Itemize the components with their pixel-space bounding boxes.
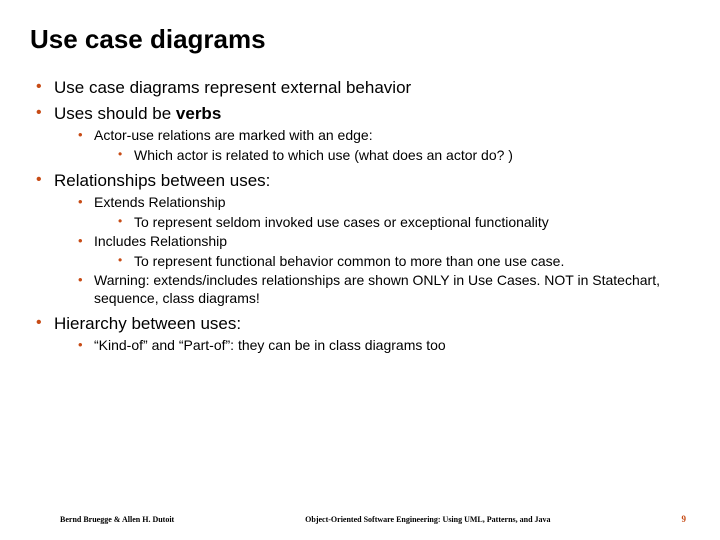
footer-center: Object-Oriented Software Engineering: Us…	[174, 515, 681, 524]
bullet-3-2-1: To represent functional behavior common …	[112, 253, 690, 271]
bullet-3-1-text: Extends Relationship	[94, 194, 226, 210]
slide: Use case diagrams Use case diagrams repr…	[0, 0, 720, 540]
bullet-1: Use case diagrams represent external beh…	[30, 77, 690, 99]
bullet-4: Hierarchy between uses: “Kind-of” and “P…	[30, 313, 690, 355]
bullet-3-2: Includes Relationship To represent funct…	[72, 233, 690, 270]
bullet-3-text: Relationships between uses:	[54, 171, 270, 190]
bullet-2-text-b: verbs	[176, 104, 221, 123]
bullet-2: Uses should be verbs Actor-use relations…	[30, 103, 690, 164]
bullet-4-1-text: “Kind-of” and “Part-of”: they can be in …	[94, 337, 446, 353]
bullet-3-1-1-text: To represent seldom invoked use cases or…	[134, 214, 549, 230]
bullet-2-text-a: Uses should be	[54, 104, 176, 123]
bullet-2-1-1-text: Which actor is related to which use (wha…	[134, 147, 513, 163]
footer-right: 9	[682, 514, 687, 524]
bullet-4-text: Hierarchy between uses:	[54, 314, 241, 333]
bullet-2-1-text: Actor-use relations are marked with an e…	[94, 127, 373, 143]
bullet-3: Relationships between uses: Extends Rela…	[30, 170, 690, 307]
bullet-2-1-1: Which actor is related to which use (wha…	[112, 147, 690, 165]
bullet-3-3: Warning: extends/includes relationships …	[72, 272, 690, 307]
bullet-3-1: Extends Relationship To represent seldom…	[72, 194, 690, 231]
footer-left: Bernd Bruegge & Allen H. Dutoit	[60, 515, 174, 524]
bullet-4-1: “Kind-of” and “Part-of”: they can be in …	[72, 337, 690, 355]
footer: Bernd Bruegge & Allen H. Dutoit Object-O…	[0, 514, 720, 524]
bullet-3-2-1-text: To represent functional behavior common …	[134, 253, 564, 269]
slide-title: Use case diagrams	[30, 24, 690, 55]
bullet-3-2-text: Includes Relationship	[94, 233, 227, 249]
bullet-list: Use case diagrams represent external beh…	[30, 77, 690, 355]
bullet-1-text: Use case diagrams represent external beh…	[54, 78, 411, 97]
bullet-3-1-1: To represent seldom invoked use cases or…	[112, 214, 690, 232]
bullet-3-3-text: Warning: extends/includes relationships …	[94, 272, 660, 306]
bullet-2-1: Actor-use relations are marked with an e…	[72, 127, 690, 164]
